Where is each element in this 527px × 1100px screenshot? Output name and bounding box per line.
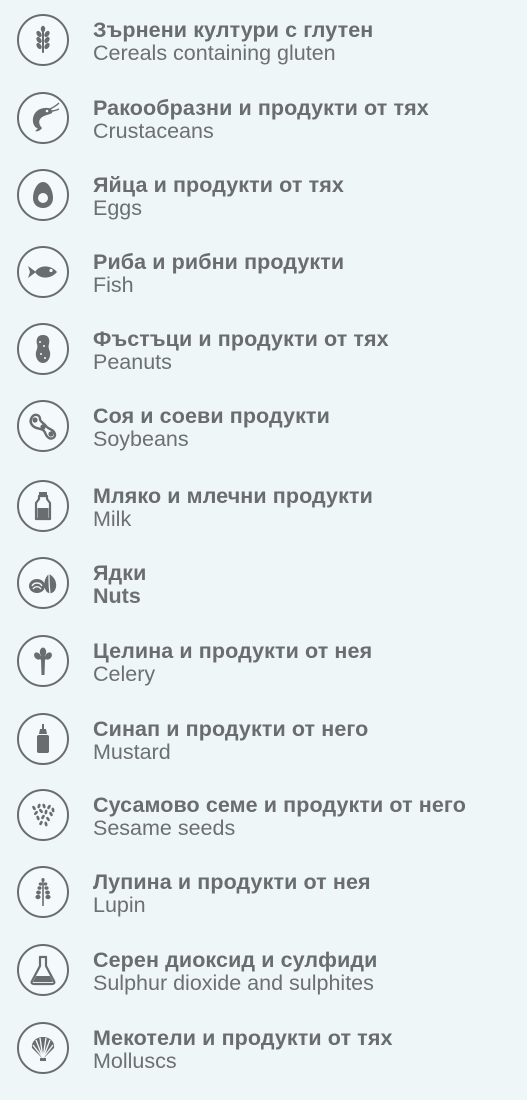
allergen-name-bg: Риба и рибни продукти <box>93 250 345 274</box>
allergen-name-bg: Сусамово семе и продукти от него <box>93 793 466 817</box>
allergen-name-en: Cereals containing gluten <box>93 41 336 65</box>
lupin-icon <box>17 866 69 918</box>
allergen-item-nuts: Ядки Nuts <box>0 557 527 635</box>
allergen-name-en: Sulphur dioxide and sulphites <box>93 971 374 995</box>
allergen-name-bg: Целина и продукти от нея <box>93 639 373 663</box>
allergen-name-en: Soybeans <box>93 427 189 451</box>
allergen-item-fish: Риба и рибни продукти Fish <box>0 246 527 324</box>
allergen-name-en: Sesame seeds <box>93 816 236 840</box>
allergen-name-bg: Лупина и продукти от нея <box>93 870 371 894</box>
allergen-name-en: Eggs <box>93 196 143 220</box>
allergen-name-en: Nuts <box>93 584 141 608</box>
allergen-name-en: Peanuts <box>93 350 172 374</box>
mustard-bottle-icon <box>17 713 69 765</box>
allergen-item-soybeans: Соя и соеви продукти Soybeans <box>0 400 527 478</box>
allergen-item-celery: Целина и продукти от нея Celery <box>0 635 527 713</box>
nuts-icon <box>17 557 69 609</box>
allergen-item-crustaceans: Ракообразни и продукти от тях Crustacean… <box>0 92 527 170</box>
allergen-name-bg: Мляко и млечни продукти <box>93 484 373 508</box>
fish-icon <box>17 246 69 298</box>
allergen-name-en: Molluscs <box>93 1049 177 1073</box>
shell-icon <box>17 1022 69 1074</box>
allergen-name-bg: Мекотели и продукти от тях <box>93 1026 393 1050</box>
allergen-name-bg: Ракообразни и продукти от тях <box>93 96 429 120</box>
peanut-icon <box>17 323 69 375</box>
allergen-item-milk: Мляко и млечни продукти Milk <box>0 480 527 558</box>
allergen-item-sesame: Сусамово семе и продукти от него Sesame … <box>0 789 527 867</box>
allergen-name-bg: Яйца и продукти от тях <box>93 173 344 197</box>
allergen-name-en: Mustard <box>93 740 171 764</box>
allergen-name-en: Lupin <box>93 893 146 917</box>
allergen-name-bg: Фъстъци и продукти от тях <box>93 327 389 351</box>
soybean-icon <box>17 400 69 452</box>
flask-icon <box>17 944 69 996</box>
allergen-item-sulphites: Серен диоксид и сулфиди Sulphur dioxide … <box>0 944 527 1022</box>
allergen-item-gluten: Зърнени култури с глутен Cereals contain… <box>0 14 527 92</box>
allergen-name-en: Milk <box>93 507 132 531</box>
allergen-name-en: Celery <box>93 662 156 686</box>
allergen-name-en: Fish <box>93 273 134 297</box>
allergen-item-mustard: Синап и продукти от него Mustard <box>0 713 527 791</box>
milk-bottle-icon <box>17 480 69 532</box>
allergen-name-bg: Серен диоксид и сулфиди <box>93 948 378 972</box>
sesame-seeds-icon <box>17 789 69 841</box>
allergen-name-bg: Зърнени култури с глутен <box>93 18 374 42</box>
celery-icon <box>17 635 69 687</box>
allergen-name-en: Crustaceans <box>93 119 214 143</box>
shrimp-icon <box>17 92 69 144</box>
allergen-name-bg: Синап и продукти от него <box>93 717 369 741</box>
allergen-item-eggs: Яйца и продукти от тях Eggs <box>0 169 527 247</box>
egg-icon <box>17 169 69 221</box>
wheat-icon <box>17 14 69 66</box>
allergen-name-bg: Ядки <box>93 561 147 585</box>
allergen-item-molluscs: Мекотели и продукти от тях Molluscs <box>0 1022 527 1100</box>
allergen-item-peanuts: Фъстъци и продукти от тях Peanuts <box>0 323 527 401</box>
allergen-item-lupin: Лупина и продукти от нея Lupin <box>0 866 527 944</box>
allergen-name-bg: Соя и соеви продукти <box>93 404 330 428</box>
